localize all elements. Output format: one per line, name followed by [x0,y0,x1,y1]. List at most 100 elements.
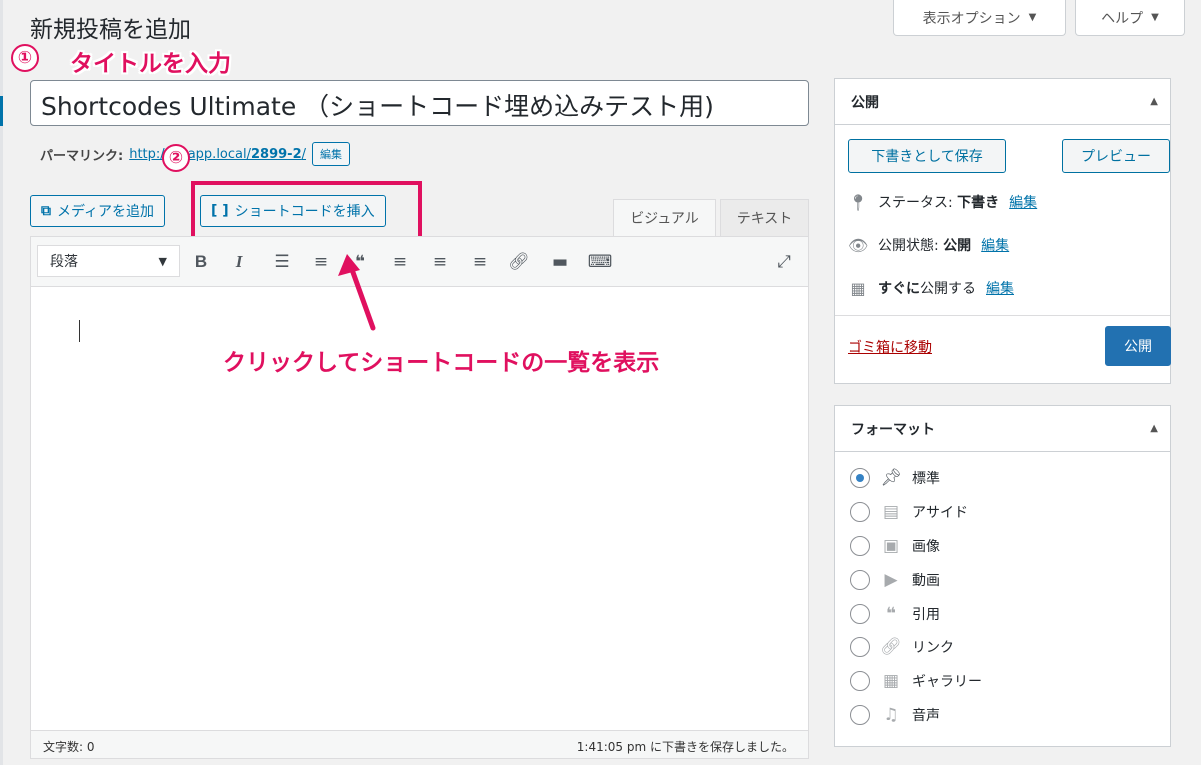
link-icon[interactable]: 🔗︎ [507,250,531,274]
video-icon: ▶ [884,570,898,590]
visibility-edit-link[interactable]: 編集 [981,235,1009,255]
chevron-down-icon: ▼ [1151,12,1159,23]
toolbar-toggle-icon[interactable]: ⌨ [588,250,613,274]
format-option-label: 音声 [912,708,940,724]
permalink-row: パーマリンク: http://bizapp.local/2899-2/ 編集 [40,142,351,166]
permalink-slug: 2899-2 [251,146,302,162]
permalink-link[interactable]: http://bizapp.local/2899-2/ [129,147,306,162]
format-option-aside[interactable]: ▤ アサイド [850,501,968,523]
quote-icon: ❝ [886,604,896,624]
post-title-input[interactable]: Shortcodes Ultimate （ショートコード埋め込みテスト用) [30,80,809,126]
format-option-label: 画像 [912,539,940,555]
permalink-url: http://bizapp.local/ [129,146,251,162]
screen-options-button[interactable]: 表示オプション ▼ [893,0,1066,36]
format-box-title: フォーマット [851,421,935,438]
annotation-step-1-number: ① [11,44,39,72]
autosave-status: 1:41:05 pm に下書きを保存しました。 [576,740,794,754]
status-value: 下書き [957,195,1000,211]
eye-icon: 👁︎ [848,235,869,255]
add-media-label: メディアを追加 [57,204,155,220]
radio[interactable] [850,637,870,657]
format-option-quote[interactable]: ❝ 引用 [850,603,940,625]
help-label: ヘルプ [1101,10,1144,27]
tab-visual[interactable]: ビジュアル [613,199,716,237]
audio-icon: ♫ [883,705,899,725]
annotation-instruction-text: クリックしてショートコードの一覧を表示 [223,350,660,376]
visibility-row: 👁︎ 公開状態: 公開 編集 [848,235,1009,255]
radio[interactable] [850,671,870,691]
align-right-icon[interactable]: ≡ [468,250,492,274]
admin-menu-edge [0,0,3,765]
link-icon: 🔗︎ [880,637,902,657]
save-draft-button[interactable]: 下書きとして保存 [848,139,1006,173]
format-select-value: 段落 [50,254,78,270]
visibility-label: 公開状態: [878,238,939,254]
gallery-icon: ▦ [882,671,900,691]
radio[interactable] [850,604,870,624]
format-option-label: 引用 [912,607,940,623]
italic-icon[interactable]: I [227,250,251,274]
status-edit-link[interactable]: 編集 [1009,192,1037,212]
format-box-header[interactable]: フォーマット ▲ [835,406,1170,452]
media-icon: ⧉ [41,203,51,219]
publish-button[interactable]: 公開 [1105,326,1171,366]
tab-text[interactable]: テキスト [720,199,809,237]
permalink-edit-button[interactable]: 編集 [312,142,351,166]
annotation-step-2-number: ② [162,144,190,172]
format-option-label: リンク [912,640,954,656]
format-option-link[interactable]: 🔗︎ リンク [850,636,954,658]
read-more-icon[interactable]: ▬ [548,250,572,274]
pin-icon: 📍︎ [848,192,869,212]
editor-status-bar: 文字数: 0 1:41:05 pm に下書きを保存しました。 [31,730,808,758]
screen-options-label: 表示オプション [922,10,1021,27]
collapse-icon: ▲ [1150,423,1158,434]
word-count: 文字数: 0 [43,740,95,754]
preview-button[interactable]: プレビュー [1062,139,1170,173]
radio[interactable] [850,705,870,725]
format-option-label: ギャラリー [912,674,982,690]
publish-box-divider [835,315,1170,316]
annotation-arrow [338,254,376,331]
dropdown-arrow-icon: ▼ [158,254,167,268]
chevron-down-icon: ▼ [1028,12,1037,23]
move-to-trash-link[interactable]: ゴミ箱に移動 [848,337,932,357]
annotation-highlight-box [191,181,422,240]
bullet-list-icon[interactable]: ☰ [270,250,294,274]
format-option-video[interactable]: ▶ 動画 [850,569,940,591]
status-label: ステータス: [878,195,953,211]
visibility-value: 公開 [943,238,972,254]
calendar-icon: ▦ [850,278,866,298]
align-center-icon[interactable]: ≡ [428,250,452,274]
help-button[interactable]: ヘルプ ▼ [1075,0,1185,36]
format-option-gallery[interactable]: ▦ ギャラリー [850,670,982,692]
add-media-button[interactable]: ⧉ メディアを追加 [30,195,166,227]
format-option-label: アサイド [912,505,968,521]
format-option-label: 動画 [912,573,940,589]
collapse-icon: ▲ [1150,96,1158,107]
fullscreen-icon[interactable]: ⤢ [772,250,796,274]
publish-box-header[interactable]: 公開 ▲ [835,79,1170,125]
permalink-url-suffix: / [301,146,307,162]
admin-menu-active-marker [0,96,3,126]
schedule-row: ▦ すぐに公開する 編集 [848,278,1014,298]
format-option-audio[interactable]: ♫ 音声 [850,704,940,726]
radio[interactable] [850,502,870,522]
aside-icon: ▤ [882,502,900,522]
schedule-edit-link[interactable]: 編集 [986,278,1014,298]
image-icon: ▣ [882,536,900,556]
publish-box-title: 公開 [851,94,879,111]
radio[interactable] [850,570,870,590]
permalink-label: パーマリンク: [40,148,124,164]
format-option-image[interactable]: ▣ 画像 [850,535,940,557]
schedule-suffix: 公開する [920,281,976,297]
format-select[interactable]: 段落 ▼ [37,245,180,277]
radio-selected[interactable] [850,468,870,488]
format-option-standard[interactable]: 📌︎ 標準 [850,467,940,489]
format-option-label: 標準 [912,471,940,487]
bold-icon[interactable]: B [189,250,213,274]
align-left-icon[interactable]: ≡ [388,250,412,274]
radio[interactable] [850,536,870,556]
pin-icon: 📌︎ [880,468,902,488]
editor-area[interactable] [30,236,809,759]
schedule-prefix: すぐに [878,281,920,297]
